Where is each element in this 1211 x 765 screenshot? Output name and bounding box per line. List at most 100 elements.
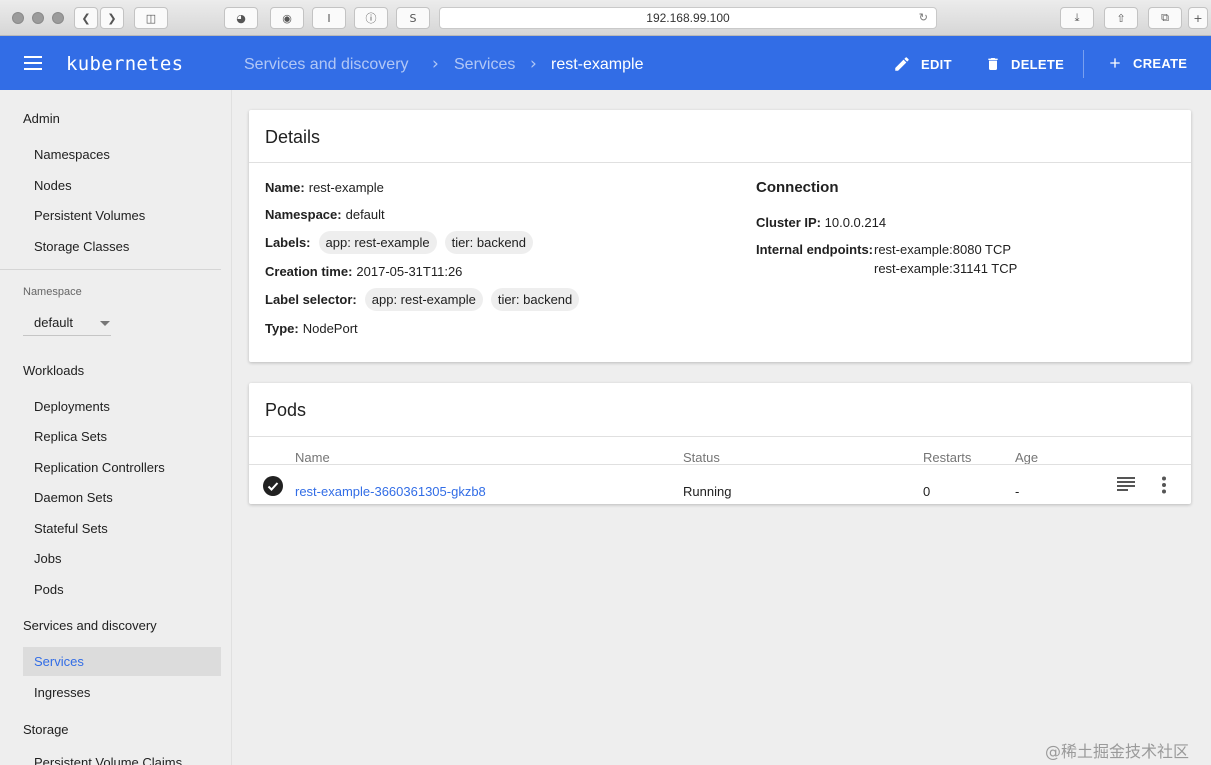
sidebar-item-namespaces[interactable]: Namespaces xyxy=(23,140,221,169)
breadcrumb-current: rest-example xyxy=(551,56,644,73)
column-header-age[interactable]: Age xyxy=(1015,450,1038,465)
breadcrumb-services[interactable]: Services xyxy=(454,56,515,74)
pods-card: Pods Name Status Restarts Age rest-examp… xyxy=(249,383,1191,504)
namespace-value: default xyxy=(34,315,74,330)
sidebar-item-deployments[interactable]: Deployments xyxy=(23,392,221,421)
column-header-restarts[interactable]: Restarts xyxy=(923,450,971,465)
menu-icon[interactable] xyxy=(24,56,42,70)
namespace-field-label: Namespace: xyxy=(265,207,342,222)
check-circle-icon xyxy=(263,476,283,496)
chevron-left-icon: ❮ xyxy=(81,11,91,25)
namespace-select[interactable]: default xyxy=(23,310,111,336)
sidebar-item-services[interactable]: Services xyxy=(23,647,221,676)
selector-chip: app: rest-example xyxy=(364,288,483,311)
delete-label: DELETE xyxy=(1011,56,1065,72)
pods-title: Pods xyxy=(265,400,307,420)
sidebar-section-workloads[interactable]: Workloads xyxy=(23,363,84,378)
extension-button-1[interactable]: ◕ xyxy=(224,7,258,29)
sidebar-section-admin[interactable]: Admin xyxy=(23,111,60,126)
trash-icon xyxy=(988,58,998,70)
sidebar-item-persistent-volume-claims[interactable]: Persistent Volume Claims xyxy=(23,748,221,765)
info-icon: ⓘ xyxy=(365,12,377,25)
detail-namespace: Namespace: default xyxy=(265,207,385,222)
namespace-field-value: default xyxy=(345,207,385,222)
more-vert-icon[interactable] xyxy=(1161,476,1167,499)
selector-label: Label selector: xyxy=(265,292,357,307)
new-tab-button[interactable]: + xyxy=(1188,7,1208,29)
sidebar: Admin Namespaces Nodes Persistent Volume… xyxy=(0,90,232,765)
cluster-ip: Cluster IP: 10.0.0.214 xyxy=(756,215,886,230)
sidebar-item-stateful-sets[interactable]: Stateful Sets xyxy=(23,514,221,543)
type-label: Type: xyxy=(265,321,299,336)
delete-button[interactable]: DELETE xyxy=(985,55,1064,73)
window-minimize-button[interactable] xyxy=(32,12,44,24)
details-card: Details Name: rest-example Namespace: de… xyxy=(249,110,1191,362)
details-title: Details xyxy=(265,127,321,147)
shield-icon: ◉ xyxy=(282,11,292,25)
window-close-button[interactable] xyxy=(12,12,24,24)
create-button[interactable]: CREATE xyxy=(1107,55,1187,71)
sidebar-item-persistent-volumes[interactable]: Persistent Volumes xyxy=(23,201,221,230)
extension-button-3[interactable]: I xyxy=(312,7,346,29)
selector-chip: tier: backend xyxy=(490,288,580,311)
sidebar-section-services-and-discovery[interactable]: Services and discovery xyxy=(23,618,157,633)
share-button[interactable]: ⇧ xyxy=(1104,7,1138,29)
card-divider xyxy=(249,436,1191,437)
sidebar-item-daemon-sets[interactable]: Daemon Sets xyxy=(23,483,221,512)
namespace-label: Namespace xyxy=(23,286,82,298)
ghost-icon: ◕ xyxy=(236,11,246,25)
forward-button[interactable]: ❯ xyxy=(100,7,124,29)
create-label: CREATE xyxy=(1133,55,1188,71)
plus-icon xyxy=(1110,58,1120,68)
label-chip: tier: backend xyxy=(444,231,534,254)
sidebar-item-pods[interactable]: Pods xyxy=(23,575,221,604)
sidebar-item-storage-classes[interactable]: Storage Classes xyxy=(23,232,221,261)
endpoint-item: rest-example:8080 TCP xyxy=(874,242,1012,257)
window-zoom-button[interactable] xyxy=(52,12,64,24)
connection-title: Connection xyxy=(756,179,839,196)
watermark: @稀土掘金技术社区 xyxy=(1045,742,1190,761)
column-header-status[interactable]: Status xyxy=(683,450,720,465)
sidebar-item-jobs[interactable]: Jobs xyxy=(23,544,221,573)
column-header-name[interactable]: Name xyxy=(295,450,330,465)
brand-logo[interactable]: kubernetes xyxy=(66,53,183,75)
endpoints-label-text: Internal endpoints: xyxy=(756,242,873,257)
extension-button-5[interactable]: S xyxy=(396,7,430,29)
detail-name: Name: rest-example xyxy=(265,180,384,195)
pod-name-link[interactable]: rest-example-3660361305-gkzb8 xyxy=(295,484,486,499)
caret-down-icon xyxy=(100,321,110,326)
logs-icon[interactable] xyxy=(1117,477,1135,496)
cluster-ip-value: 10.0.0.214 xyxy=(824,215,887,230)
extension-button-4[interactable]: ⓘ xyxy=(354,7,388,29)
chevron-right-icon: › xyxy=(530,54,537,74)
back-button[interactable]: ❮ xyxy=(74,7,98,29)
edit-label: EDIT xyxy=(921,56,952,72)
sidebar-section-storage[interactable]: Storage xyxy=(23,722,69,737)
creation-label: Creation time: xyxy=(265,264,353,279)
reload-icon[interactable]: ↻ xyxy=(919,11,928,24)
download-icon: ⤓ xyxy=(1074,11,1080,24)
toolbar-divider xyxy=(1083,50,1084,78)
edit-button[interactable]: EDIT xyxy=(893,55,952,73)
tabs-button[interactable]: ⧉ xyxy=(1148,7,1182,29)
sidebar-item-nodes[interactable]: Nodes xyxy=(23,171,221,200)
downloads-button[interactable]: ⤓ xyxy=(1060,7,1094,29)
sidebar-item-replica-sets[interactable]: Replica Sets xyxy=(23,422,221,451)
app-bar: kubernetes Services and discovery › Serv… xyxy=(0,36,1211,90)
detail-label-selector: Label selector: app: rest-example tier: … xyxy=(265,288,583,311)
creation-value: 2017-05-31T11:26 xyxy=(356,264,463,279)
breadcrumb-services-and-discovery[interactable]: Services and discovery xyxy=(244,56,409,74)
address-bar[interactable]: 192.168.99.100 ↻ xyxy=(439,7,937,29)
extension-glyph: S xyxy=(409,11,417,25)
type-value: NodePort xyxy=(302,321,358,336)
sidebar-item-replication-controllers[interactable]: Replication Controllers xyxy=(23,453,221,482)
pod-restarts: 0 xyxy=(923,484,931,499)
internal-endpoints-label: Internal endpoints: xyxy=(756,242,873,257)
cluster-ip-label: Cluster IP: xyxy=(756,215,822,230)
extension-button-2[interactable]: ◉ xyxy=(270,7,304,29)
sidebar-icon: ◫ xyxy=(145,11,157,25)
header-divider xyxy=(249,464,1191,465)
sidebar-item-ingresses[interactable]: Ingresses xyxy=(23,678,221,707)
sidebar-toggle-button[interactable]: ◫ xyxy=(134,7,168,29)
pencil-icon xyxy=(895,57,909,71)
